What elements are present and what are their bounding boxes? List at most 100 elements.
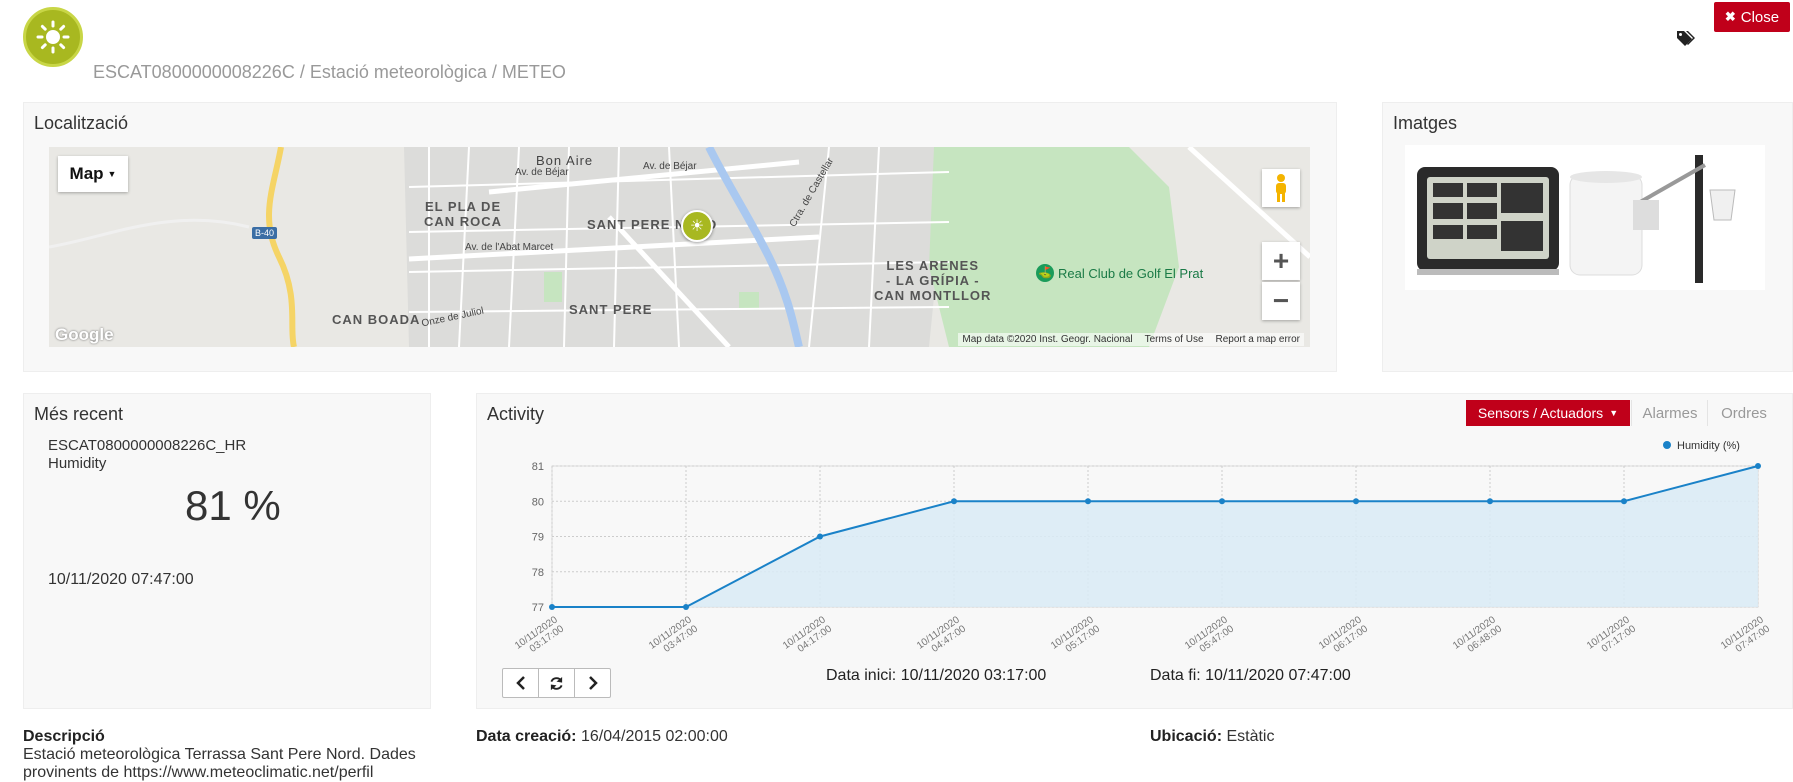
alarms-tab-label: Alarmes: [1642, 404, 1698, 422]
creation-value: 16/04/2015 02:00:00: [580, 728, 728, 745]
data-point: [683, 604, 689, 610]
description-text: Estació meteorològica Terrassa Sant Pere…: [23, 746, 416, 781]
data-point: [951, 498, 957, 505]
activity-chart: 77 78 79 80 81 10/11/202003:17:00 10/11/202003…: [513, 440, 1772, 655]
date-end-value: 10/11/2020 07:47:00: [1205, 667, 1351, 684]
zoom-in-button[interactable]: +: [1262, 242, 1300, 280]
date-start-value: 10/11/2020 03:17:00: [900, 667, 1047, 684]
x-tick-label: 10/11/202005:17:00: [1049, 614, 1102, 655]
close-icon: ✖: [1724, 9, 1736, 24]
golf-marker[interactable]: ⛳ Real Club de Golf El Prat: [1036, 264, 1203, 282]
x-tick-label: 10/11/202007:17:00: [1585, 614, 1638, 655]
map-type-control[interactable]: Map ▼: [58, 156, 128, 192]
map-data-credit: Map data ©2020 Inst. Geogr. Nacional: [962, 334, 1133, 345]
google-logo: Google: [55, 325, 114, 344]
tags-icon[interactable]: [1676, 30, 1696, 53]
map-attribution: Map data ©2020 Inst. Geogr. Nacional Ter…: [958, 333, 1304, 346]
x-tick-label: 10/11/202007:47:00: [1719, 614, 1772, 655]
recent-title: Més recent: [34, 404, 124, 424]
sun-icon: [36, 20, 70, 54]
creation-label: Data creació:: [476, 728, 577, 745]
caret-down-icon: ▼: [1609, 408, 1619, 418]
refresh-icon: [550, 676, 563, 690]
tab-orders[interactable]: Ordres: [1707, 400, 1780, 426]
data-point: [549, 604, 555, 610]
terms-link[interactable]: Terms of Use: [1145, 334, 1204, 345]
map-label-can-boada: CAN BOADA: [332, 312, 421, 327]
y-tick-label: 78: [532, 567, 544, 579]
location-value: Estàtic: [1226, 728, 1275, 745]
x-tick-label: 10/11/202003:17:00: [513, 614, 566, 655]
x-tick-label: 10/11/202006:17:00: [1317, 614, 1370, 655]
golf-label: Real Club de Golf El Prat: [1058, 265, 1204, 281]
zoom-out-button[interactable]: −: [1262, 282, 1300, 320]
date-start: Data inici: 10/11/2020 03:17:00: [826, 667, 1046, 685]
x-tick-label: 10/11/202005:47:00: [1183, 614, 1236, 655]
report-error-link[interactable]: Report a map error: [1216, 334, 1300, 345]
chevron-left-icon: [515, 676, 525, 690]
date-end: Data fi: 10/11/2020 07:47:00: [1150, 667, 1351, 685]
description: Descripció Estació meteorològica Terrass…: [23, 728, 443, 782]
description-label: Descripció: [23, 728, 105, 745]
tab-alarms[interactable]: Alarmes: [1631, 400, 1708, 426]
device-marker-icon[interactable]: ☀: [681, 210, 713, 242]
y-tick-label: 80: [532, 496, 544, 508]
map-background: [49, 147, 1310, 347]
legend-marker: [1663, 441, 1671, 449]
orders-tab-label: Ordres: [1721, 404, 1767, 422]
chart-navigation: [502, 668, 611, 698]
map-type-label: Map: [69, 164, 104, 183]
map-label-bon-aire: Bon Aire: [536, 153, 594, 168]
refresh-button[interactable]: [539, 669, 575, 697]
x-tick-label: 10/11/202004:17:00: [781, 614, 834, 655]
chevron-right-icon: [588, 676, 598, 690]
previous-button[interactable]: [503, 669, 539, 697]
map-label-les-arenes: LES ARENES - LA GRÍPIA - CAN MONTLLOR: [874, 258, 992, 303]
data-point: [1219, 498, 1225, 505]
recent-value: 81 %: [185, 482, 281, 529]
recent-sensor-name: Humidity: [48, 455, 107, 472]
x-tick-label: 10/11/202004:47:00: [915, 614, 968, 655]
next-button[interactable]: [575, 669, 610, 697]
x-tick-label: 10/11/202006:48:00: [1451, 614, 1504, 655]
data-point: [1755, 463, 1761, 469]
road-badge-b40: B-40: [252, 227, 278, 239]
recent-sensor: ESCAT0800000008226C_HR Humidity: [48, 437, 246, 473]
location-title: Localització: [34, 113, 129, 133]
map-label-el-pla: EL PLA DE CAN ROCA: [424, 199, 503, 229]
road-badge-label: B-40: [255, 228, 275, 238]
recent-timestamp: 10/11/2020 07:47:00: [48, 571, 194, 588]
data-point: [1621, 498, 1627, 505]
images-title: Imatges: [1393, 113, 1458, 133]
close-label: Close: [1740, 8, 1780, 26]
device-logo: [23, 7, 83, 67]
golf-icon: ⛳: [1036, 264, 1054, 282]
data-point: [817, 533, 823, 540]
close-button[interactable]: ✖ Close: [1714, 2, 1790, 32]
y-tick-label: 79: [532, 532, 544, 544]
map-street-bejar-2: Av. de Béjar: [643, 161, 697, 172]
data-point: [1353, 498, 1359, 505]
activity-title: Activity: [487, 404, 545, 424]
date-end-label: Data fi:: [1150, 667, 1201, 684]
creation-date: Data creació: 16/04/2015 02:00:00: [476, 728, 728, 746]
chevron-down-icon: ▼: [107, 169, 117, 179]
recent-sensor-id: ESCAT0800000008226C_HR: [48, 437, 247, 454]
device-subtitle: ESCAT0800000008226C / Estació meteorològ…: [93, 62, 566, 82]
legend-label: Humidity (%): [1677, 440, 1740, 452]
date-start-label: Data inici:: [826, 667, 897, 684]
map[interactable]: Map ▼ EL PLA DE CAN ROCA SANT PERE NORD …: [49, 147, 1310, 347]
y-tick-label: 77: [532, 602, 544, 614]
street-view-pegman-icon[interactable]: [1262, 169, 1300, 207]
data-point: [1085, 498, 1091, 505]
data-point: [1487, 498, 1493, 505]
location-label: Ubicació:: [1150, 728, 1223, 745]
weather-station-image[interactable]: [1405, 145, 1765, 290]
location-type: Ubicació: Estàtic: [1150, 728, 1274, 746]
map-label-sant-pere: SANT PERE: [569, 302, 653, 317]
x-tick-label: 10/11/202003:47:00: [647, 614, 700, 655]
sensors-tab-label: Sensors / Actuadors: [1477, 405, 1604, 421]
map-street-bejar: Av. de Béjar: [515, 167, 569, 178]
map-street-abat: Av. de l'Abat Marcet: [465, 242, 554, 253]
sensors-actuators-tab[interactable]: Sensors / Actuadors ▼: [1466, 400, 1630, 426]
